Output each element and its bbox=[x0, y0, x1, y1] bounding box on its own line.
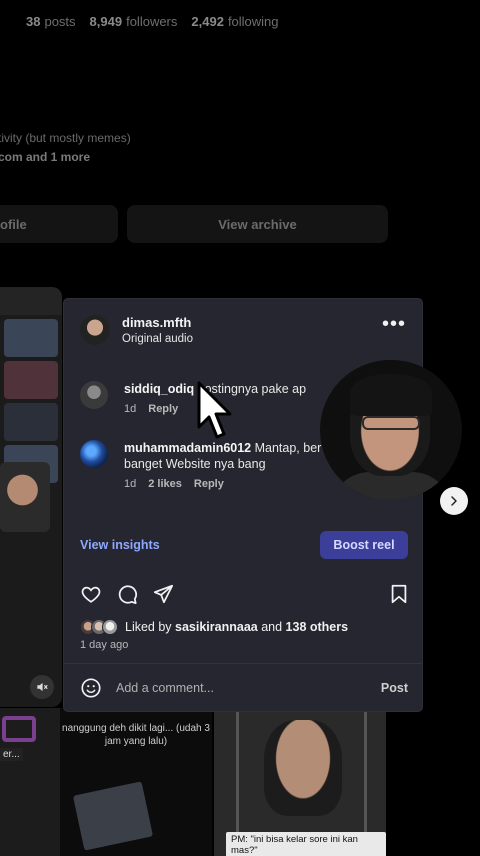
grid-thumbnail[interactable]: PM: "ini bisa kelar sore ini kan mas?" bbox=[214, 708, 386, 856]
facecam-hair bbox=[350, 374, 432, 416]
stat-following[interactable]: 2,492 following bbox=[191, 14, 278, 29]
liked-by[interactable]: Liked by sasikirannaaa and 138 others bbox=[80, 619, 348, 635]
grid-thumbnail[interactable]: er... bbox=[0, 708, 60, 856]
avatar[interactable] bbox=[80, 381, 108, 409]
comment-likes[interactable]: 2 likes bbox=[148, 478, 182, 490]
comment-username[interactable]: muhammadamin6012 bbox=[124, 441, 251, 455]
reel-preview-row bbox=[4, 403, 58, 441]
audio-label[interactable]: Original audio bbox=[122, 333, 193, 345]
post-comment-button[interactable]: Post bbox=[381, 681, 408, 695]
comment-time: 1d bbox=[124, 403, 137, 415]
post-actions bbox=[80, 583, 410, 605]
reel-preview-topbar bbox=[0, 287, 62, 315]
thumbnail-caption: nanggung deh dikit lagi... (udah 3 jam y… bbox=[62, 723, 210, 747]
thumbnail-person bbox=[264, 720, 342, 816]
profile-bio-link[interactable]: com and 1 more bbox=[0, 150, 90, 164]
comment-icon[interactable] bbox=[116, 583, 138, 605]
thumbnail-graphic bbox=[72, 781, 154, 851]
reply-button[interactable]: Reply bbox=[148, 403, 178, 415]
add-comment-bar[interactable]: Add a comment... Post bbox=[80, 676, 410, 700]
view-insights-link[interactable]: View insights bbox=[80, 538, 160, 552]
profile-bio: tivity (but mostly memes) bbox=[0, 131, 131, 145]
thumbnail-graphic bbox=[236, 708, 239, 848]
reel-preview-row bbox=[4, 361, 58, 399]
view-archive-button[interactable]: View archive bbox=[127, 205, 388, 243]
chevron-right-icon[interactable] bbox=[440, 487, 468, 515]
post-panel: dimas.mfth Original audio ••• siddiq_odi… bbox=[64, 299, 422, 711]
reel-preview-row bbox=[4, 319, 58, 357]
facecam-glasses bbox=[362, 416, 420, 430]
author-username[interactable]: dimas.mfth bbox=[122, 315, 193, 330]
reel-preview-face bbox=[0, 462, 50, 532]
profile-background: 38 posts 8,949 followers 2,492 following ti… bbox=[0, 0, 480, 300]
profile-stats: 38 posts 8,949 followers 2,492 following bbox=[26, 14, 279, 29]
divider bbox=[64, 663, 422, 664]
more-icon[interactable]: ••• bbox=[382, 314, 406, 334]
thumbnail-graphic bbox=[364, 708, 367, 848]
edit-profile-button[interactable]: ofile bbox=[0, 205, 118, 243]
send-icon[interactable] bbox=[152, 583, 174, 605]
post-author[interactable]: dimas.mfth Original audio bbox=[80, 315, 193, 345]
facecam-video bbox=[320, 360, 462, 500]
bookmark-icon[interactable] bbox=[388, 583, 410, 605]
thumbnail-caption: PM: "ini bisa kelar sore ini kan mas?" bbox=[226, 832, 386, 856]
comment-input[interactable]: Add a comment... bbox=[116, 681, 214, 695]
post-date: 1 day ago bbox=[80, 639, 129, 651]
thumbnail-graphic bbox=[2, 716, 36, 742]
comment-username[interactable]: siddiq_odiq bbox=[124, 382, 194, 396]
grid-thumbnail[interactable]: nanggung deh dikit lagi... (udah 3 jam y… bbox=[60, 708, 212, 856]
heart-icon[interactable] bbox=[80, 583, 102, 605]
emoji-icon[interactable] bbox=[80, 677, 102, 699]
avatar[interactable] bbox=[80, 440, 108, 468]
thumbnail-text: er... bbox=[0, 748, 23, 761]
stat-posts[interactable]: 38 posts bbox=[26, 14, 76, 29]
speaker-muted-icon[interactable] bbox=[30, 675, 54, 699]
stat-followers[interactable]: 8,949 followers bbox=[90, 14, 178, 29]
mouse-cursor-icon bbox=[197, 381, 232, 439]
avatar[interactable] bbox=[80, 315, 110, 345]
reply-button[interactable]: Reply bbox=[194, 478, 224, 490]
boost-reel-button[interactable]: Boost reel bbox=[320, 531, 408, 559]
reel-preview-strip[interactable] bbox=[0, 287, 62, 707]
avatar bbox=[102, 619, 118, 635]
facecam-shirt bbox=[330, 472, 452, 500]
comment-time: 1d bbox=[124, 478, 137, 490]
